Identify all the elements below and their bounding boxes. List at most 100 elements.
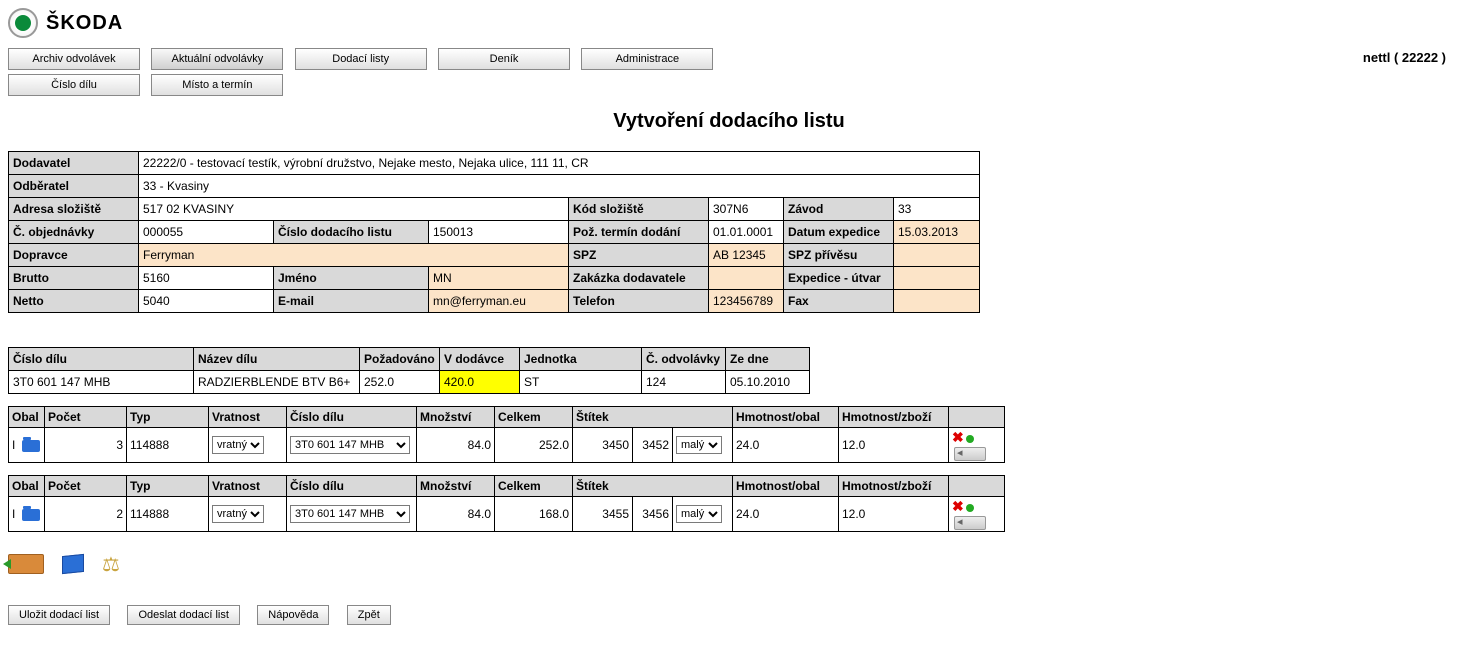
pk-vrat-select[interactable]: vratný (212, 436, 264, 454)
pk-h-obal: Obal (9, 407, 45, 428)
pk-h-cislo: Číslo dílu (287, 475, 417, 496)
val-exputv[interactable] (894, 267, 980, 290)
pr-nazev: RADZIERBLENDE BTV B6+ (194, 371, 360, 394)
val-dodavatel: 22222/0 - testovací testík, výrobní druž… (139, 152, 980, 175)
pallet-icon[interactable] (8, 554, 44, 574)
folder-icon[interactable] (22, 440, 40, 452)
lbl-zavod: Závod (784, 198, 894, 221)
status-dot-icon[interactable] (966, 504, 974, 512)
nav-admin[interactable]: Administrace (581, 48, 713, 70)
val-spz[interactable]: AB 12345 (709, 244, 784, 267)
lbl-dopravce: Dopravce (9, 244, 139, 267)
val-netto: 5040 (139, 290, 274, 313)
lbl-spzp: SPZ přívěsu (784, 244, 894, 267)
box-icon[interactable] (62, 554, 84, 574)
val-dopravce[interactable]: Ferryman (139, 244, 569, 267)
pk-st-sel[interactable]: malý (673, 428, 733, 463)
lbl-netto: Netto (9, 290, 139, 313)
pk-h-pocet: Počet (45, 475, 127, 496)
pk-mnoz[interactable]: 84.0 (417, 496, 495, 531)
pk-hzbozi[interactable]: 12.0 (839, 496, 949, 531)
pk-st-a[interactable]: 3450 (573, 428, 633, 463)
btn-ulozit[interactable]: Uložit dodací list (8, 605, 110, 625)
pr-pozad: 252.0 (360, 371, 440, 394)
pk-cislo[interactable]: 3T0 601 147 MHB (287, 496, 417, 531)
slider-icon[interactable] (954, 447, 986, 461)
scale-icon[interactable]: ⚖ (102, 552, 130, 577)
pk-h-hzbozi: Hmotnost/zboží (839, 475, 949, 496)
pk-obal: I (9, 496, 45, 531)
nav-denik[interactable]: Deník (438, 48, 570, 70)
lbl-fax: Fax (784, 290, 894, 313)
val-jmeno[interactable]: MN (429, 267, 569, 290)
pk-st-b[interactable]: 3456 (633, 496, 673, 531)
nav-misto-termin[interactable]: Místo a termín (151, 74, 283, 96)
val-cobj: 000055 (139, 221, 274, 244)
ph-zedne: Ze dne (726, 348, 810, 371)
brand-logo (8, 8, 38, 38)
toolbar-icons: ⚖ (8, 552, 1450, 577)
lbl-cdl: Číslo dodacího listu (274, 221, 429, 244)
pk-mnoz[interactable]: 84.0 (417, 428, 495, 463)
pk-h-pocet: Počet (45, 407, 127, 428)
pr-vdod: 420.0 (440, 371, 520, 394)
pk-pocet[interactable]: 2 (45, 496, 127, 531)
pk-st-sel[interactable]: malý (673, 496, 733, 531)
val-tel[interactable]: 123456789 (709, 290, 784, 313)
pk-typ[interactable]: 114888 (127, 428, 209, 463)
val-kodsloz: 307N6 (709, 198, 784, 221)
ph-nazev: Název dílu (194, 348, 360, 371)
pk-hzbozi[interactable]: 12.0 (839, 428, 949, 463)
btn-odeslat[interactable]: Odeslat dodací list (127, 605, 240, 625)
nav-row-2: Číslo dílu Místo a termín (8, 74, 1450, 96)
pk-cislo[interactable]: 3T0 601 147 MHB (287, 428, 417, 463)
ph-jedn: Jednotka (520, 348, 642, 371)
brand-text: ŠKODA (46, 12, 123, 35)
lbl-spz: SPZ (569, 244, 709, 267)
pk-cislo-select[interactable]: 3T0 601 147 MHB (290, 505, 410, 523)
pk-actions: ✖ (949, 428, 1005, 463)
delete-icon[interactable]: ✖ (952, 429, 964, 445)
lbl-cobj: Č. objednávky (9, 221, 139, 244)
pk-h-mnoz: Množství (417, 407, 495, 428)
lbl-brutto: Brutto (9, 267, 139, 290)
pk-h-cislo: Číslo dílu (287, 407, 417, 428)
pk-stitek-select[interactable]: malý (676, 505, 722, 523)
val-odberatel: 33 - Kvasiny (139, 175, 980, 198)
val-spzp[interactable] (894, 244, 980, 267)
ph-pozad: Požadováno (360, 348, 440, 371)
nav-cislo-dilu[interactable]: Číslo dílu (8, 74, 140, 96)
folder-icon[interactable] (22, 509, 40, 521)
header-table: Dodavatel 22222/0 - testovací testík, vý… (8, 151, 980, 313)
pk-h-typ: Typ (127, 475, 209, 496)
nav-aktualni[interactable]: Aktuální odvolávky (151, 48, 283, 70)
pack-table-0: Obal Počet Typ Vratnost Číslo dílu Množs… (8, 406, 1005, 463)
lbl-tel: Telefon (569, 290, 709, 313)
status-dot-icon[interactable] (966, 435, 974, 443)
pk-st-a[interactable]: 3455 (573, 496, 633, 531)
val-datexp[interactable]: 15.03.2013 (894, 221, 980, 244)
btn-napoveda[interactable]: Nápověda (257, 605, 329, 625)
pk-h-celk: Celkem (495, 475, 573, 496)
pk-vrat[interactable]: vratný (209, 496, 287, 531)
slider-icon[interactable] (954, 516, 986, 530)
nav-row-1: Archiv odvolávek Aktuální odvolávky Doda… (8, 48, 1450, 70)
pk-stitek-select[interactable]: malý (676, 436, 722, 454)
pk-pocet[interactable]: 3 (45, 428, 127, 463)
val-fax[interactable] (894, 290, 980, 313)
pk-cislo-select[interactable]: 3T0 601 147 MHB (290, 436, 410, 454)
lbl-exputv: Expedice - útvar (784, 267, 894, 290)
nav-archiv[interactable]: Archiv odvolávek (8, 48, 140, 70)
val-email[interactable]: mn@ferryman.eu (429, 290, 569, 313)
nav-dodaci-listy[interactable]: Dodací listy (295, 48, 427, 70)
pk-vrat-select[interactable]: vratný (212, 505, 264, 523)
pk-hobal[interactable]: 24.0 (733, 496, 839, 531)
lbl-email: E-mail (274, 290, 429, 313)
pk-st-b[interactable]: 3452 (633, 428, 673, 463)
pk-vrat[interactable]: vratný (209, 428, 287, 463)
btn-zpet[interactable]: Zpět (347, 605, 391, 625)
val-zakdod[interactable] (709, 267, 784, 290)
delete-icon[interactable]: ✖ (952, 498, 964, 514)
pk-hobal[interactable]: 24.0 (733, 428, 839, 463)
pk-typ[interactable]: 114888 (127, 496, 209, 531)
